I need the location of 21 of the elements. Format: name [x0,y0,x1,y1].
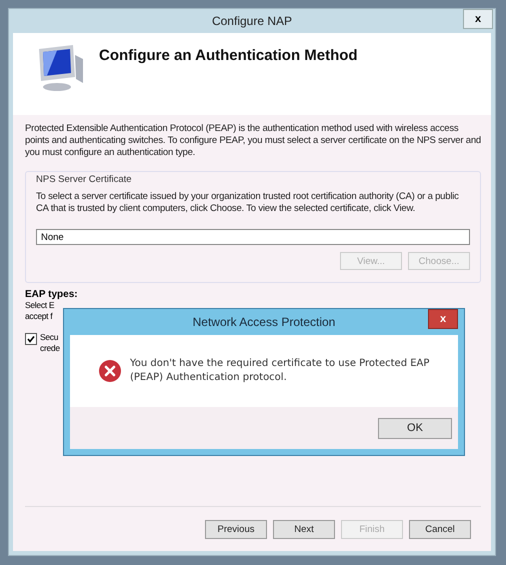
close-button[interactable]: x [428,309,458,329]
checkbox-label: Secu [40,332,58,343]
page-heading: Configure an Authentication Method [99,47,358,64]
wizard-button[interactable]: Previous [205,520,267,538]
close-button[interactable]: x [463,9,493,29]
dialog-title: Network Access Protection [192,315,336,329]
group-description: To select a server certificate issued by your organization trusted root certification authority (CA) or a public CA that is trusted by client computers, click Choose. To view the selected certificate, click View. [36,191,460,215]
checkbox[interactable] [25,333,37,345]
ok-button[interactable]: OK [378,418,452,438]
intro-text: Protected Extensible Authentication Protocol (PEAP) is the authentication method used with wireless access points and authenticating switches. To configure PEAP, you must select a server certificate on the NPS server and you must configure an authentication type. [25,123,481,159]
certificate-field[interactable]: None [36,229,470,245]
description-text: Select E [25,300,54,311]
description-text: accept f [25,311,52,322]
group-title: NPS Server Certificate [36,174,132,185]
error-icon [98,359,122,383]
wizard-button[interactable]: Cancel [409,520,471,538]
section-title: EAP types: [25,289,78,300]
wizard-button[interactable]: Next [273,520,335,538]
error-message: You don't have the required certificate to use Protected EAP (PEAP) Authentication protocol. [130,357,430,385]
checkbox-label: crede [40,343,60,354]
window-title: Configure NAP [212,14,292,28]
